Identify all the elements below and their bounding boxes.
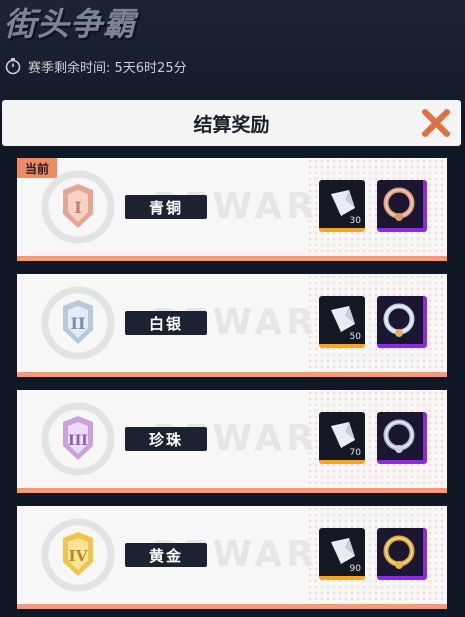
laurel-ring-icon bbox=[383, 535, 415, 569]
tier-name: 白银 bbox=[125, 311, 207, 335]
gem-reward[interactable]: 90 bbox=[319, 528, 365, 580]
svg-text:II: II bbox=[71, 314, 86, 333]
settlement-rewards-panel: 结算奖励 REWARD 当前 I 青铜 30 REWARD II 白银 50 R… bbox=[0, 100, 465, 617]
gem-reward[interactable]: 50 bbox=[319, 296, 365, 348]
silver-rank-emblem-icon: II bbox=[41, 286, 115, 360]
gem-reward[interactable]: 30 bbox=[319, 180, 365, 232]
bronze-rank-emblem-icon: I bbox=[41, 170, 115, 244]
ring-icon bbox=[383, 303, 415, 337]
season-remaining-text: 赛季剩余时间: 5天6时25分 bbox=[28, 60, 187, 76]
ring-reward[interactable] bbox=[377, 296, 427, 348]
gem-quantity: 70 bbox=[349, 448, 361, 458]
svg-text:IV: IV bbox=[69, 547, 88, 565]
panel-header: 结算奖励 bbox=[2, 100, 461, 146]
ring-icon bbox=[383, 419, 415, 453]
close-icon[interactable] bbox=[421, 108, 451, 138]
svg-text:III: III bbox=[68, 433, 88, 449]
gem-quantity: 30 bbox=[349, 216, 361, 226]
tier-name: 黄金 bbox=[125, 543, 207, 567]
gem-quantity: 50 bbox=[349, 332, 361, 342]
ring-reward[interactable] bbox=[377, 180, 427, 232]
tier-card-pearl: REWARD III 珍珠 70 bbox=[17, 390, 447, 493]
gem-reward[interactable]: 70 bbox=[319, 412, 365, 464]
game-title: 街头争霸 bbox=[4, 5, 137, 43]
tier-card-gold: REWARD IV 黄金 90 bbox=[17, 506, 447, 609]
ring-reward[interactable] bbox=[377, 528, 427, 580]
gem-quantity: 90 bbox=[349, 564, 361, 574]
tier-name: 珍珠 bbox=[125, 427, 207, 451]
ring-icon bbox=[383, 187, 415, 221]
pearl-rank-emblem-icon: III bbox=[41, 402, 115, 476]
tier-card-bronze: REWARD 当前 I 青铜 30 bbox=[17, 158, 447, 261]
stopwatch-icon bbox=[5, 58, 21, 75]
gold-rank-emblem-icon: IV bbox=[41, 518, 115, 592]
panel-title: 结算奖励 bbox=[193, 113, 270, 136]
svg-text:I: I bbox=[74, 198, 81, 217]
tier-card-silver: REWARD II 白银 50 bbox=[17, 274, 447, 377]
season-timer: 赛季剩余时间: 5天6时25分 bbox=[4, 55, 187, 77]
tier-name: 青铜 bbox=[125, 195, 207, 219]
ring-reward[interactable] bbox=[377, 412, 427, 464]
